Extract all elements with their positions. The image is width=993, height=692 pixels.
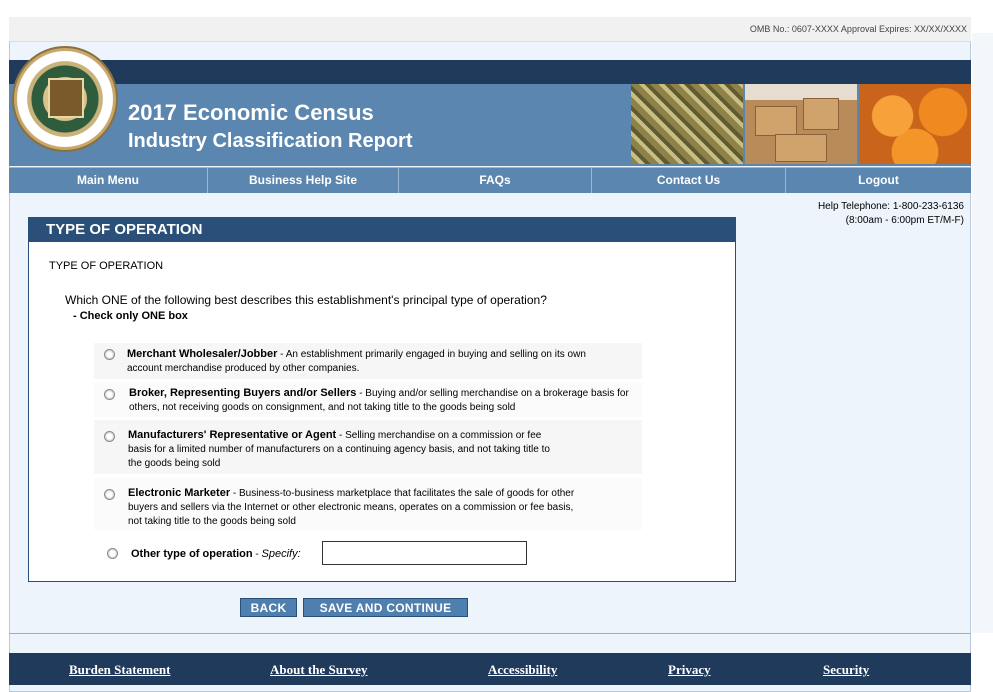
specify-input[interactable] bbox=[322, 541, 527, 565]
save-and-continue-button[interactable]: SAVE AND CONTINUE bbox=[303, 598, 468, 617]
divider bbox=[9, 633, 971, 634]
oranges-photo bbox=[859, 84, 971, 164]
option-desc: buyers and sellers via the Internet or o… bbox=[128, 502, 574, 513]
omb-notice: OMB No.: 0607-XXXX Approval Expires: XX/… bbox=[9, 17, 971, 42]
option-desc: others, not receiving goods on consignme… bbox=[129, 402, 516, 413]
help-telephone: Help Telephone: 1-800-233-6136 (8:00am -… bbox=[818, 200, 964, 228]
back-button[interactable]: BACK bbox=[240, 598, 297, 617]
help-phone-line: Help Telephone: 1-800-233-6136 bbox=[817, 201, 964, 212]
nav-contact-us[interactable]: Contact Us bbox=[592, 168, 786, 193]
option-desc: - Selling merchandise on a commission or… bbox=[336, 430, 542, 441]
option-desc: - Buying and/or selling merchandise on a… bbox=[356, 388, 629, 399]
option-desc: account merchandise produced by other co… bbox=[127, 363, 360, 374]
option-label: Broker, Representing Buyers and/or Selle… bbox=[129, 387, 357, 399]
main-nav: Main Menu Business Help Site FAQs Contac… bbox=[9, 167, 971, 193]
option-label: Electronic Marketer bbox=[128, 487, 231, 499]
seal-book-icon bbox=[48, 78, 84, 118]
radio-merchant-wholesaler[interactable] bbox=[104, 349, 115, 360]
radio-other-type[interactable] bbox=[107, 548, 118, 559]
check-note: - Check only ONE box bbox=[73, 310, 188, 322]
banner-title-line1: 2017 Economic Census bbox=[128, 100, 374, 125]
option-desc: - Business-to-business marketplace that … bbox=[230, 488, 575, 499]
banner-title: 2017 Economic Census Industry Classifica… bbox=[128, 99, 413, 155]
option-other-type: Other type of operation - Specify: bbox=[131, 547, 301, 562]
option-merchant-wholesaler: Merchant Wholesaler/Jobber - An establis… bbox=[127, 347, 586, 376]
option-label: Merchant Wholesaler/Jobber bbox=[127, 348, 278, 360]
footer-about-the-survey[interactable]: About the Survey bbox=[270, 662, 368, 678]
footer-security[interactable]: Security bbox=[823, 662, 869, 678]
option-broker: Broker, Representing Buyers and/or Selle… bbox=[129, 386, 629, 415]
panel-header: TYPE OF OPERATION bbox=[29, 218, 735, 242]
radio-manufacturers-rep[interactable] bbox=[104, 431, 115, 442]
nav-business-help-site[interactable]: Business Help Site bbox=[208, 168, 399, 193]
right-strip bbox=[972, 33, 993, 633]
option-desc: basis for a limited number of manufactur… bbox=[128, 444, 550, 455]
banner-top-bar bbox=[9, 60, 971, 84]
option-label: Manufacturers' Representative or Agent bbox=[128, 429, 337, 441]
footer-accessibility[interactable]: Accessibility bbox=[488, 662, 557, 678]
option-manufacturers-rep: Manufacturers' Representative or Agent -… bbox=[128, 428, 550, 471]
option-desc: the goods being sold bbox=[128, 458, 221, 469]
specify-label: Specify: bbox=[261, 548, 301, 560]
nav-main-menu[interactable]: Main Menu bbox=[9, 168, 208, 193]
bolts-photo bbox=[631, 84, 743, 164]
option-electronic-marketer: Electronic Marketer - Business-to-busine… bbox=[128, 486, 574, 529]
nav-faqs[interactable]: FAQs bbox=[399, 168, 592, 193]
nav-logout[interactable]: Logout bbox=[786, 168, 971, 193]
census-seal-icon bbox=[12, 46, 118, 152]
banner-title-line2: Industry Classification Report bbox=[128, 130, 413, 152]
radio-electronic-marketer[interactable] bbox=[104, 489, 115, 500]
help-hours-line: (8:00am - 6:00pm ET/M-F) bbox=[845, 215, 964, 226]
option-desc: not taking title to the goods being sold bbox=[128, 516, 296, 527]
question-text: Which ONE of the following best describe… bbox=[65, 293, 547, 307]
option-desc: - An establishment primarily engaged in … bbox=[277, 349, 586, 360]
footer-burden-statement[interactable]: Burden Statement bbox=[69, 662, 170, 678]
option-dash: - bbox=[252, 549, 262, 560]
radio-broker[interactable] bbox=[104, 389, 115, 400]
boxes-photo bbox=[745, 84, 857, 164]
footer-privacy[interactable]: Privacy bbox=[668, 662, 711, 678]
panel-subtitle: TYPE OF OPERATION bbox=[49, 260, 164, 272]
option-label: Other type of operation bbox=[131, 548, 253, 560]
